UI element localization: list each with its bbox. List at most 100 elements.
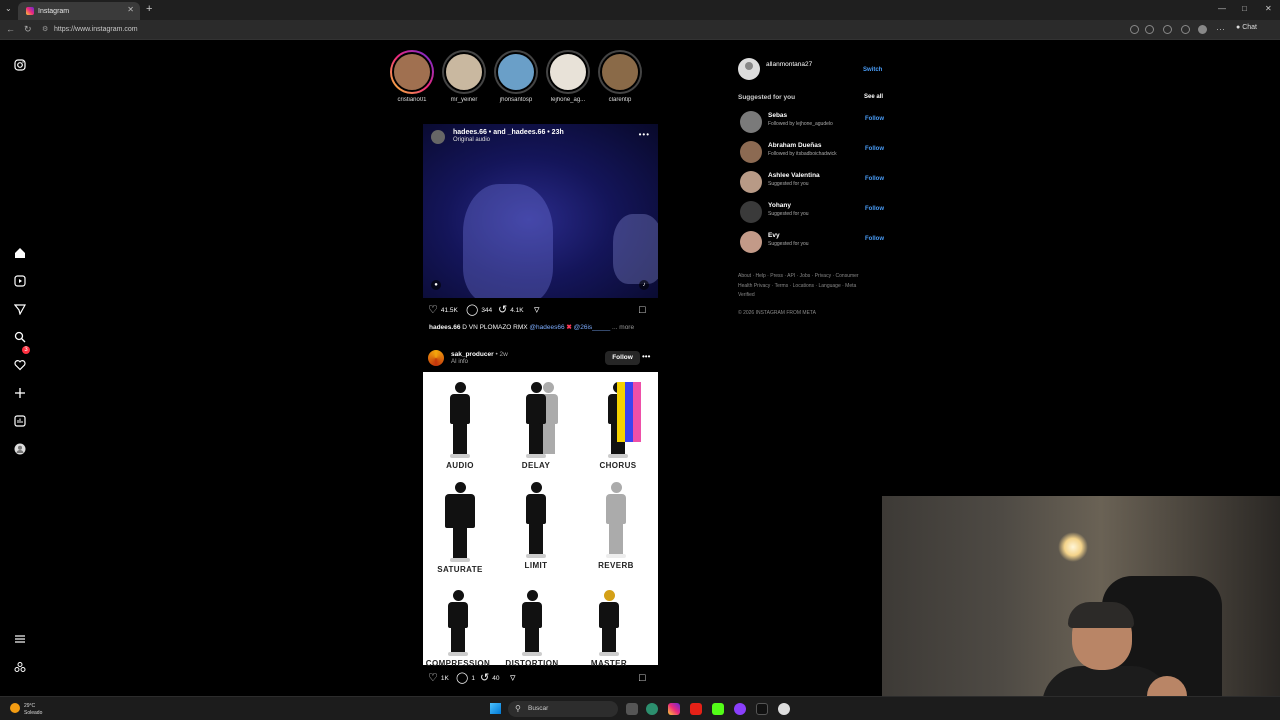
- follow-button[interactable]: Follow: [865, 236, 884, 242]
- reels-icon[interactable]: [13, 274, 27, 288]
- post-image[interactable]: AUDIO DELAY CHORUS SATURATE LIMIT REVERB…: [423, 372, 658, 668]
- story-item[interactable]: mr_yeiner: [440, 50, 488, 103]
- profile-avatar-icon[interactable]: [13, 442, 27, 456]
- suggestion-name[interactable]: Evy: [768, 232, 780, 239]
- post-author-avatar[interactable]: [428, 350, 444, 366]
- suggestion-avatar[interactable]: [740, 231, 762, 253]
- suggestion-avatar[interactable]: [740, 171, 762, 193]
- story-item[interactable]: jhonsantosp: [492, 50, 540, 103]
- more-options-icon[interactable]: •••: [639, 130, 650, 139]
- back-icon[interactable]: ←: [6, 24, 15, 34]
- reload-icon[interactable]: ↻: [24, 24, 32, 35]
- suggestion-reason: Suggested for you: [768, 241, 809, 247]
- chat-button[interactable]: ● Chat: [1236, 24, 1257, 31]
- follow-button[interactable]: Follow: [865, 176, 884, 182]
- close-window-icon[interactable]: ✕: [1265, 4, 1272, 13]
- caption-more-link[interactable]: ... more: [610, 324, 634, 331]
- tiktok-icon[interactable]: [756, 703, 768, 715]
- suggestion-name[interactable]: Abraham Dueñas: [768, 142, 821, 149]
- save-action[interactable]: □: [639, 304, 649, 316]
- story-item[interactable]: lejhone_ag...: [544, 50, 592, 103]
- more-menu-icon[interactable]: [13, 632, 27, 646]
- close-tab-icon[interactable]: ✕: [127, 5, 134, 14]
- effect-tile: AUDIO: [425, 382, 495, 470]
- post-author[interactable]: hadees.66 • and _hadees.66 • 23h: [453, 129, 564, 136]
- comment-action[interactable]: ◯ 344: [466, 304, 492, 316]
- comment-action[interactable]: ◯ 1: [456, 672, 475, 684]
- share-action[interactable]: ▿: [534, 304, 543, 316]
- person-figure: [521, 482, 551, 558]
- more-options-icon[interactable]: •••: [642, 352, 650, 361]
- suggestion-name[interactable]: Ashlee Valentina: [768, 172, 820, 179]
- windows-start-icon[interactable]: [490, 703, 501, 714]
- suggestion-avatar[interactable]: [740, 201, 762, 223]
- caption-mention[interactable]: @26is_____: [572, 324, 611, 331]
- new-tab-icon[interactable]: +: [146, 3, 152, 15]
- site-info-icon[interactable]: ⚙: [42, 23, 48, 37]
- maximize-icon[interactable]: □: [1242, 4, 1247, 13]
- suggestion-name[interactable]: Sebas: [768, 112, 787, 119]
- menu-dots-icon[interactable]: ⋯: [1216, 24, 1225, 35]
- current-username[interactable]: allanmontana27: [766, 61, 812, 68]
- current-user-avatar[interactable]: [738, 58, 760, 80]
- repost-action[interactable]: ↺ 40: [480, 672, 499, 684]
- address-bar[interactable]: ⚙ https://www.instagram.com: [38, 23, 1138, 37]
- minimize-icon[interactable]: —: [1218, 4, 1226, 13]
- create-plus-icon[interactable]: [13, 386, 27, 400]
- search-icon[interactable]: [13, 330, 27, 344]
- chrome-icon[interactable]: [778, 703, 790, 715]
- youtube-icon[interactable]: [690, 703, 702, 715]
- instagram-logo-icon[interactable]: [13, 58, 27, 72]
- profile-icon[interactable]: [1198, 25, 1207, 34]
- extensions-icon[interactable]: [1163, 25, 1172, 34]
- messenger-icon[interactable]: [734, 703, 746, 715]
- suggestion-name[interactable]: Yohany: [768, 202, 791, 209]
- share-action[interactable]: ▿: [510, 672, 519, 684]
- follow-button[interactable]: Follow: [605, 351, 640, 365]
- messages-icon[interactable]: [13, 302, 27, 316]
- instagram-app-icon[interactable]: [668, 703, 680, 715]
- kick-icon[interactable]: [712, 703, 724, 715]
- caption-text: D VN PLOMAZO RMX: [460, 324, 530, 331]
- footer-links[interactable]: About · Help · Press · API · Jobs · Priv…: [738, 272, 868, 301]
- task-view-icon[interactable]: [626, 703, 638, 715]
- install-app-icon[interactable]: [1130, 25, 1139, 34]
- like-count: 1K: [440, 674, 449, 682]
- audio-label[interactable]: Original audio: [453, 137, 490, 143]
- mute-icon[interactable]: ♪: [639, 280, 649, 290]
- repost-action[interactable]: ↺ 4.1K: [498, 304, 524, 316]
- effect-label: CHORUS: [599, 461, 637, 470]
- follow-button[interactable]: Follow: [865, 116, 884, 122]
- like-action[interactable]: ♡ 41.5K: [428, 304, 458, 316]
- story-item[interactable]: cristiano01: [388, 50, 436, 103]
- effect-label: LIMIT: [524, 561, 548, 570]
- tagged-user-icon[interactable]: ●: [431, 280, 441, 290]
- browser-tab-instagram[interactable]: Instagram ✕: [18, 2, 140, 20]
- switch-account-link[interactable]: Switch: [863, 67, 882, 73]
- tab-list-icon[interactable]: ⌄: [5, 4, 12, 13]
- home-icon[interactable]: [13, 246, 27, 260]
- taskbar-search[interactable]: ⚲ Buscar: [508, 701, 618, 717]
- favorites-icon[interactable]: [1181, 25, 1190, 34]
- caption-username[interactable]: hadees.66: [429, 324, 460, 331]
- suggestion-avatar[interactable]: [740, 111, 762, 133]
- effect-label: DELAY: [521, 461, 551, 470]
- story-item[interactable]: clarentip: [596, 50, 644, 103]
- ai-info-label[interactable]: AI info: [451, 359, 468, 365]
- post-author[interactable]: sak_producer • 2w: [451, 351, 508, 358]
- heart-icon[interactable]: [13, 358, 27, 372]
- follow-button[interactable]: Follow: [865, 206, 884, 212]
- bookmark-star-icon[interactable]: [1145, 25, 1154, 34]
- comment-count: 1: [471, 674, 475, 682]
- save-action[interactable]: □: [639, 672, 649, 684]
- see-all-link[interactable]: See all: [864, 94, 883, 100]
- caption-mention[interactable]: @hadees66: [529, 324, 564, 331]
- dashboard-icon[interactable]: [13, 414, 27, 428]
- post-video[interactable]: hadees.66 • and _hadees.66 • 23h Origina…: [423, 124, 658, 298]
- like-action[interactable]: ♡ 1K: [428, 672, 449, 684]
- post-author-avatar[interactable]: [431, 130, 445, 144]
- suggestion-avatar[interactable]: [740, 141, 762, 163]
- edge-browser-icon[interactable]: [646, 703, 658, 715]
- also-from-meta-icon[interactable]: [13, 660, 27, 674]
- follow-button[interactable]: Follow: [865, 146, 884, 152]
